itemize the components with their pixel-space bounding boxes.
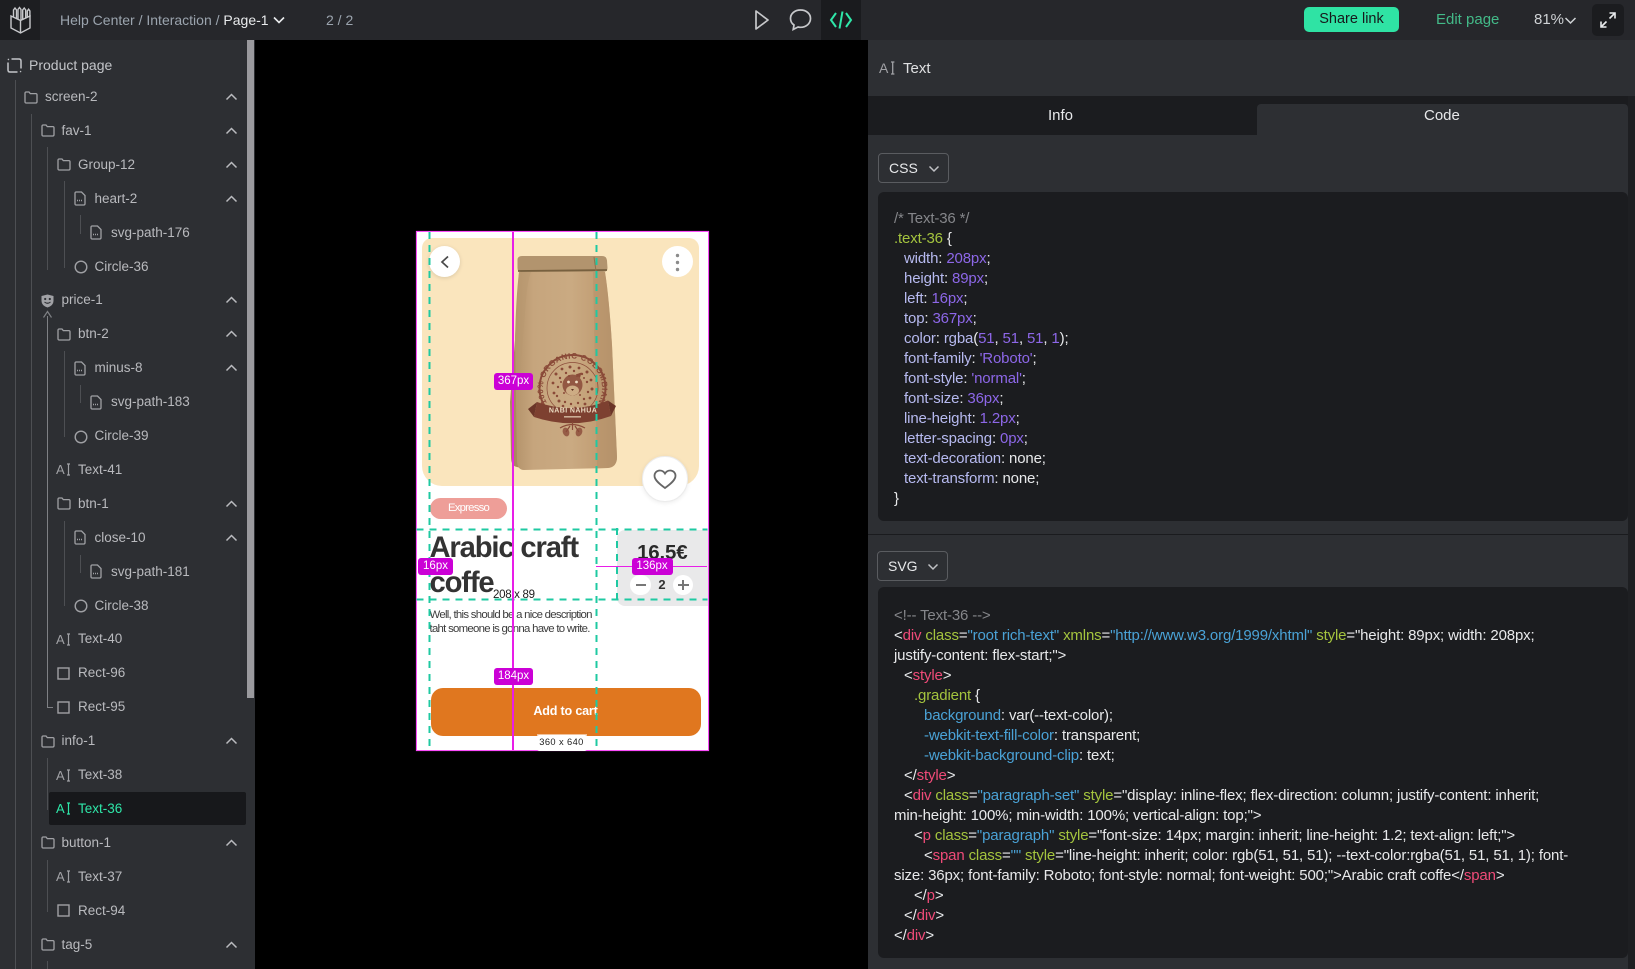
svg-text:A: A <box>56 768 65 783</box>
svg-text:A: A <box>56 632 65 647</box>
svg-text:NABI NAHUA: NABI NAHUA <box>548 408 596 415</box>
svg-text:A: A <box>56 801 65 816</box>
svg-text:A: A <box>879 60 889 76</box>
svg-text:A: A <box>56 869 65 884</box>
svg-text:A: A <box>56 462 65 477</box>
